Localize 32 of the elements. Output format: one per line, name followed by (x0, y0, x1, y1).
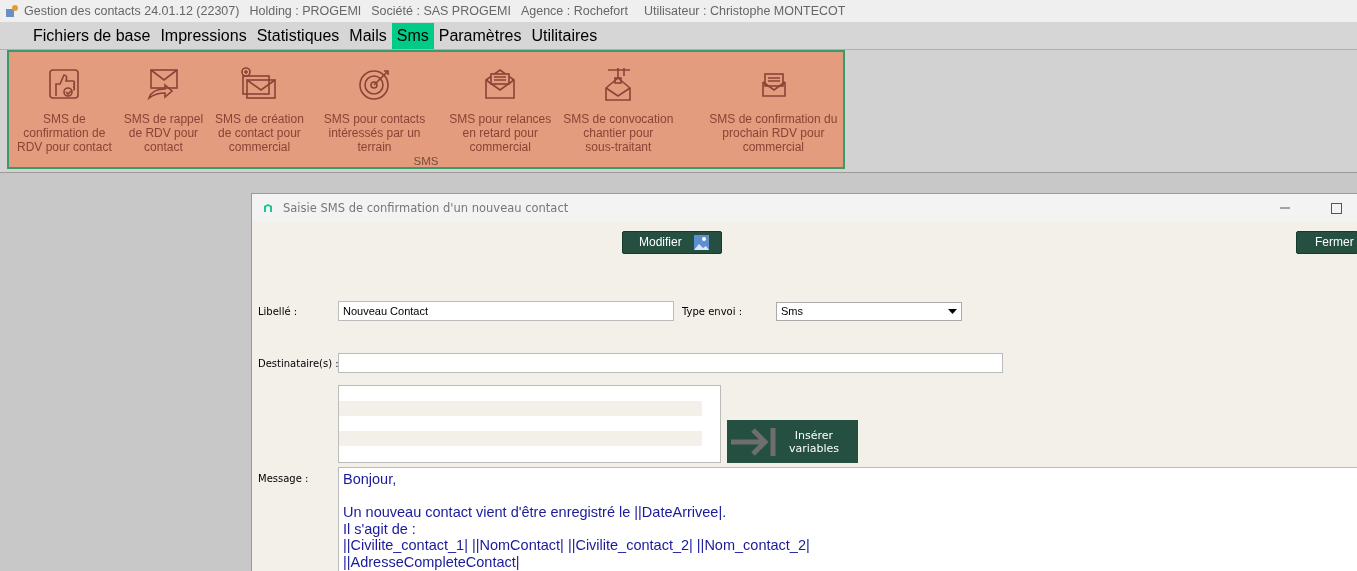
field-label: Destinataire(s) : (258, 357, 338, 369)
variables-list[interactable] (338, 385, 721, 463)
message-field[interactable]: Bonjour, Un nouveau contact vient d'être enregistré le ||DateArrivee|. Il s'agit de : ||Civilite_contact_1| ||NomContact| ||Civilite_contact_2| ||Nom_contact_2| ||AdresseCompleteContact| (338, 467, 1357, 571)
app-icon (5, 4, 19, 18)
field-label: Libellé : (258, 305, 299, 317)
modify-button[interactable]: Modifier (622, 230, 722, 254)
menu-tab[interactable]: Utilitaires (526, 22, 603, 49)
window-info: Agence : Rochefort (520, 4, 628, 18)
menu-tab[interactable]: Paramètres (433, 22, 527, 49)
recipients-field[interactable] (338, 353, 1003, 373)
app-logo-icon (263, 203, 273, 213)
window-info: Holding : PROGEMI (249, 4, 362, 18)
field-label: Message : (258, 473, 310, 484)
close-button[interactable]: Fermer (1296, 230, 1357, 254)
group-label: SMS (413, 155, 439, 167)
menu-tab[interactable]: Statistiques (251, 22, 345, 49)
menu-tab[interactable]: Sms (391, 22, 434, 49)
dialog-title: Saisie SMS de confirmation d'un nouveau contact (283, 201, 569, 215)
maximize-icon[interactable] (1331, 202, 1342, 214)
window-info: Société : SAS PROGEMI (371, 4, 511, 18)
arrow-to-bar-icon (729, 425, 779, 458)
field-label: Type envoi : (682, 305, 742, 317)
picture-icon (693, 234, 709, 250)
menu-tab[interactable]: Fichiers de base (28, 22, 156, 49)
menu-tab[interactable]: Mails (344, 22, 392, 49)
insert-variables-button[interactable]: Insérer variables (727, 420, 858, 463)
menu-tab[interactable]: Impressions (155, 22, 252, 49)
type-dropdown[interactable]: Sms (776, 301, 962, 321)
libelle-field[interactable]: Nouveau Contact (338, 301, 674, 321)
dropdown-arrow-icon (948, 308, 957, 314)
window-title: Gestion des contacts 24.01.12 (22307) (24, 4, 240, 18)
window-info: Utilisateur : Christophe MONTECOT (643, 4, 846, 18)
